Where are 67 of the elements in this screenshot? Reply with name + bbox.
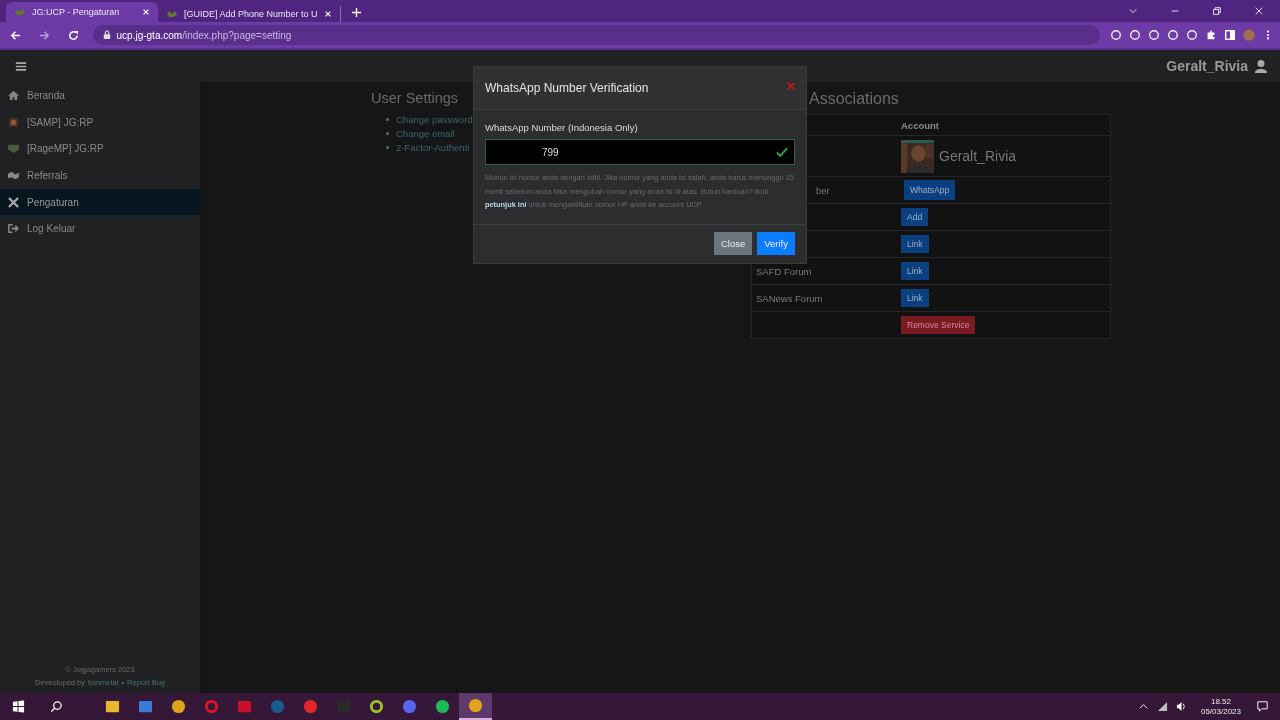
sidebar-icon[interactable]: [1224, 29, 1236, 41]
action-button[interactable]: Remove Service: [901, 316, 976, 334]
chevron-icon[interactable]: [1128, 6, 1138, 16]
table-cell: SAFD Forum: [756, 265, 812, 277]
site-logo-icon: [166, 9, 178, 19]
speaker-icon[interactable]: [1175, 701, 1187, 712]
extension-icon[interactable]: [1167, 29, 1179, 41]
windows-start-icon[interactable]: [12, 700, 25, 713]
site-logo-icon: [14, 7, 26, 17]
app-icon[interactable]: [369, 699, 384, 714]
tools-icon: [7, 196, 20, 208]
lock-icon: [102, 30, 111, 40]
notification-icon[interactable]: [1257, 701, 1268, 712]
reload-icon[interactable]: [66, 28, 80, 42]
store-icon[interactable]: [138, 699, 153, 714]
sidebar-item[interactable]: Referrals: [0, 162, 200, 189]
column-header: Account: [901, 119, 939, 131]
check-icon: [776, 146, 788, 158]
clock[interactable]: 18.52 05/03/2023: [1200, 696, 1241, 717]
app-icon[interactable]: [303, 699, 318, 714]
music-icon[interactable]: [435, 699, 450, 714]
field-label: WhatsApp Number (Indonesia Only): [485, 122, 639, 133]
address-bar[interactable]: ucp.jg-gta.com/index.php?page=setting: [92, 25, 1100, 45]
account-name: Geralt_Rivia: [939, 148, 1017, 164]
chevron-up-icon[interactable]: [1137, 701, 1149, 712]
browser-tab[interactable]: JG:UCP - Pengaturan: [6, 2, 158, 22]
search-icon[interactable]: [50, 700, 63, 713]
input-field[interactable]: 799: [485, 139, 795, 165]
extension-icon[interactable]: [1148, 29, 1160, 41]
browser-icon[interactable]: [171, 699, 186, 714]
action-button[interactable]: Link: [901, 289, 929, 307]
extension-icon[interactable]: [1110, 29, 1122, 41]
folder-icon[interactable]: [105, 699, 120, 714]
logout-icon: [7, 223, 20, 235]
table-cell: ber: [816, 184, 830, 196]
sidebar-item[interactable]: Log Keluar: [0, 215, 200, 243]
table-cell: SANews Forum: [756, 292, 823, 304]
dialog-title: WhatsApp Number Verification: [485, 81, 649, 95]
game-logo-icon: [7, 116, 20, 128]
extension-icon[interactable]: [1186, 29, 1198, 41]
new-tab-icon[interactable]: [350, 7, 362, 18]
puzzle-icon[interactable]: [1205, 29, 1217, 41]
sidebar-item[interactable]: Beranda: [0, 82, 200, 109]
browser-icon[interactable]: [204, 699, 219, 714]
restore-icon[interactable]: [1212, 6, 1222, 16]
username[interactable]: Geralt_Rivia: [1166, 58, 1248, 74]
action-button[interactable]: Link: [901, 235, 929, 253]
close-button[interactable]: Close: [713, 232, 753, 255]
action-button[interactable]: Add: [901, 208, 929, 226]
sidebar-item[interactable]: [RageMP] JG:RP: [0, 135, 200, 163]
action-button[interactable]: WhatsApp: [904, 180, 956, 200]
section-title: Associations: [809, 90, 899, 108]
section-title: User Settings: [371, 90, 459, 106]
settings-link[interactable]: Change email: [396, 128, 455, 139]
chat-icon[interactable]: [402, 699, 417, 714]
extension-icon[interactable]: [1129, 29, 1141, 41]
home-icon: [7, 89, 20, 101]
settings-link[interactable]: Change password: [396, 114, 473, 125]
user-icon[interactable]: [1254, 59, 1268, 73]
settings-link[interactable]: 2-Factor-Authenti: [396, 142, 470, 153]
verify-button[interactable]: Verify: [757, 232, 795, 255]
browser-icon[interactable]: [468, 698, 483, 713]
menu-icon[interactable]: [15, 60, 27, 72]
sidebar-item[interactable]: Pengaturan: [0, 188, 200, 216]
action-button[interactable]: Link: [901, 262, 929, 280]
sidebar-item[interactable]: [SAMP] JG:RP: [0, 108, 200, 136]
game-logo-icon: [7, 143, 20, 155]
